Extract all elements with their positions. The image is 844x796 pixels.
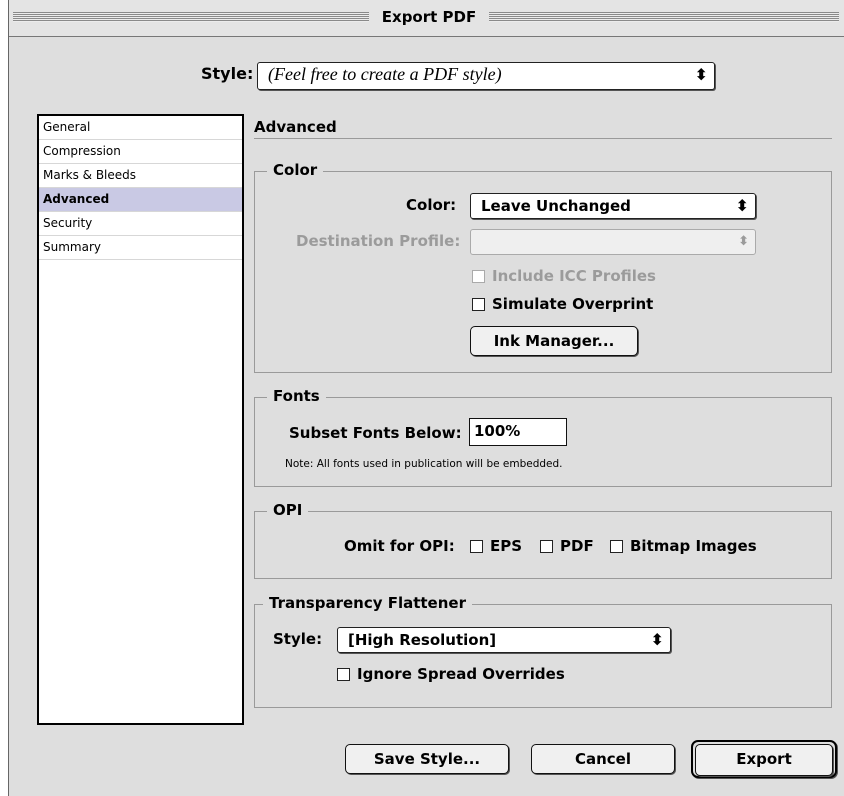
simulate-overprint-checkbox[interactable]: [472, 298, 485, 311]
popup-arrows-icon: ⬍: [650, 630, 664, 649]
title-stripes-left: [13, 12, 381, 22]
save-style-button[interactable]: Save Style...: [345, 744, 509, 774]
title-stripes-right: [485, 12, 839, 22]
simulate-overprint-label: Simulate Overprint: [492, 295, 654, 313]
cancel-button[interactable]: Cancel: [531, 744, 675, 774]
export-button[interactable]: Export: [695, 744, 833, 776]
window-title: Export PDF: [369, 8, 489, 26]
color-label: Color:: [406, 196, 457, 214]
ignore-spread-overrides-checkbox[interactable]: [337, 668, 350, 681]
destination-profile-label: Destination Profile:: [296, 232, 461, 250]
opi-bitmap-label: Bitmap Images: [630, 537, 757, 555]
pdf-style-popup[interactable]: (Feel free to create a PDF style) ⬍: [257, 62, 715, 90]
ignore-spread-overrides-label: Ignore Spread Overrides: [357, 665, 565, 683]
opi-eps-checkbox[interactable]: [470, 540, 483, 553]
opi-pdf-checkbox[interactable]: [540, 540, 553, 553]
sidebar-item-general[interactable]: General: [39, 116, 242, 140]
export-pdf-dialog: Export PDF Style: (Feel free to create a…: [8, 0, 844, 796]
sidebar-item-compression[interactable]: Compression: [39, 140, 242, 164]
sidebar-item-summary[interactable]: Summary: [39, 236, 242, 260]
fonts-note: Note: All fonts used in publication will…: [285, 458, 563, 470]
export-button-ring[interactable]: Export: [691, 740, 837, 778]
color-popup[interactable]: Leave Unchanged ⬍: [470, 193, 756, 219]
transparency-group: [254, 604, 832, 708]
panel-divider: [254, 138, 832, 139]
ink-manager-button[interactable]: Ink Manager...: [470, 326, 638, 356]
panel-title: Advanced: [254, 118, 337, 136]
destination-profile-popup[interactable]: ⬍: [470, 229, 756, 255]
omit-for-opi-label: Omit for OPI:: [344, 537, 455, 555]
color-group-title: Color: [267, 161, 324, 179]
title-bar[interactable]: Export PDF: [9, 0, 844, 37]
sidebar-item-marks-bleeds[interactable]: Marks & Bleeds: [39, 164, 242, 188]
popup-arrows-icon: ⬍: [694, 65, 708, 84]
style-label: Style:: [201, 64, 254, 83]
transparency-group-title: Transparency Flattener: [263, 594, 472, 612]
sidebar-item-security[interactable]: Security: [39, 212, 242, 236]
opi-group-title: OPI: [267, 501, 309, 519]
pdf-style-value: (Feel free to create a PDF style): [268, 64, 502, 84]
include-icc-checkbox[interactable]: [472, 270, 485, 283]
opi-eps-label: EPS: [490, 537, 523, 555]
flattener-style-popup[interactable]: [High Resolution] ⬍: [337, 627, 671, 653]
category-list[interactable]: General Compression Marks & Bleeds Advan…: [37, 114, 244, 725]
flattener-style-value: [High Resolution]: [348, 631, 497, 649]
include-icc-label: Include ICC Profiles: [492, 267, 656, 285]
sidebar-item-advanced[interactable]: Advanced: [39, 188, 242, 212]
opi-pdf-label: PDF: [560, 537, 594, 555]
color-popup-value: Leave Unchanged: [481, 197, 631, 215]
opi-bitmap-checkbox[interactable]: [610, 540, 623, 553]
subset-fonts-input[interactable]: 100%: [469, 418, 567, 446]
popup-arrows-icon: ⬍: [738, 234, 749, 249]
fonts-group-title: Fonts: [267, 387, 326, 405]
subset-fonts-label: Subset Fonts Below:: [289, 424, 462, 442]
popup-arrows-icon: ⬍: [735, 196, 749, 215]
flattener-style-label: Style:: [273, 630, 323, 648]
